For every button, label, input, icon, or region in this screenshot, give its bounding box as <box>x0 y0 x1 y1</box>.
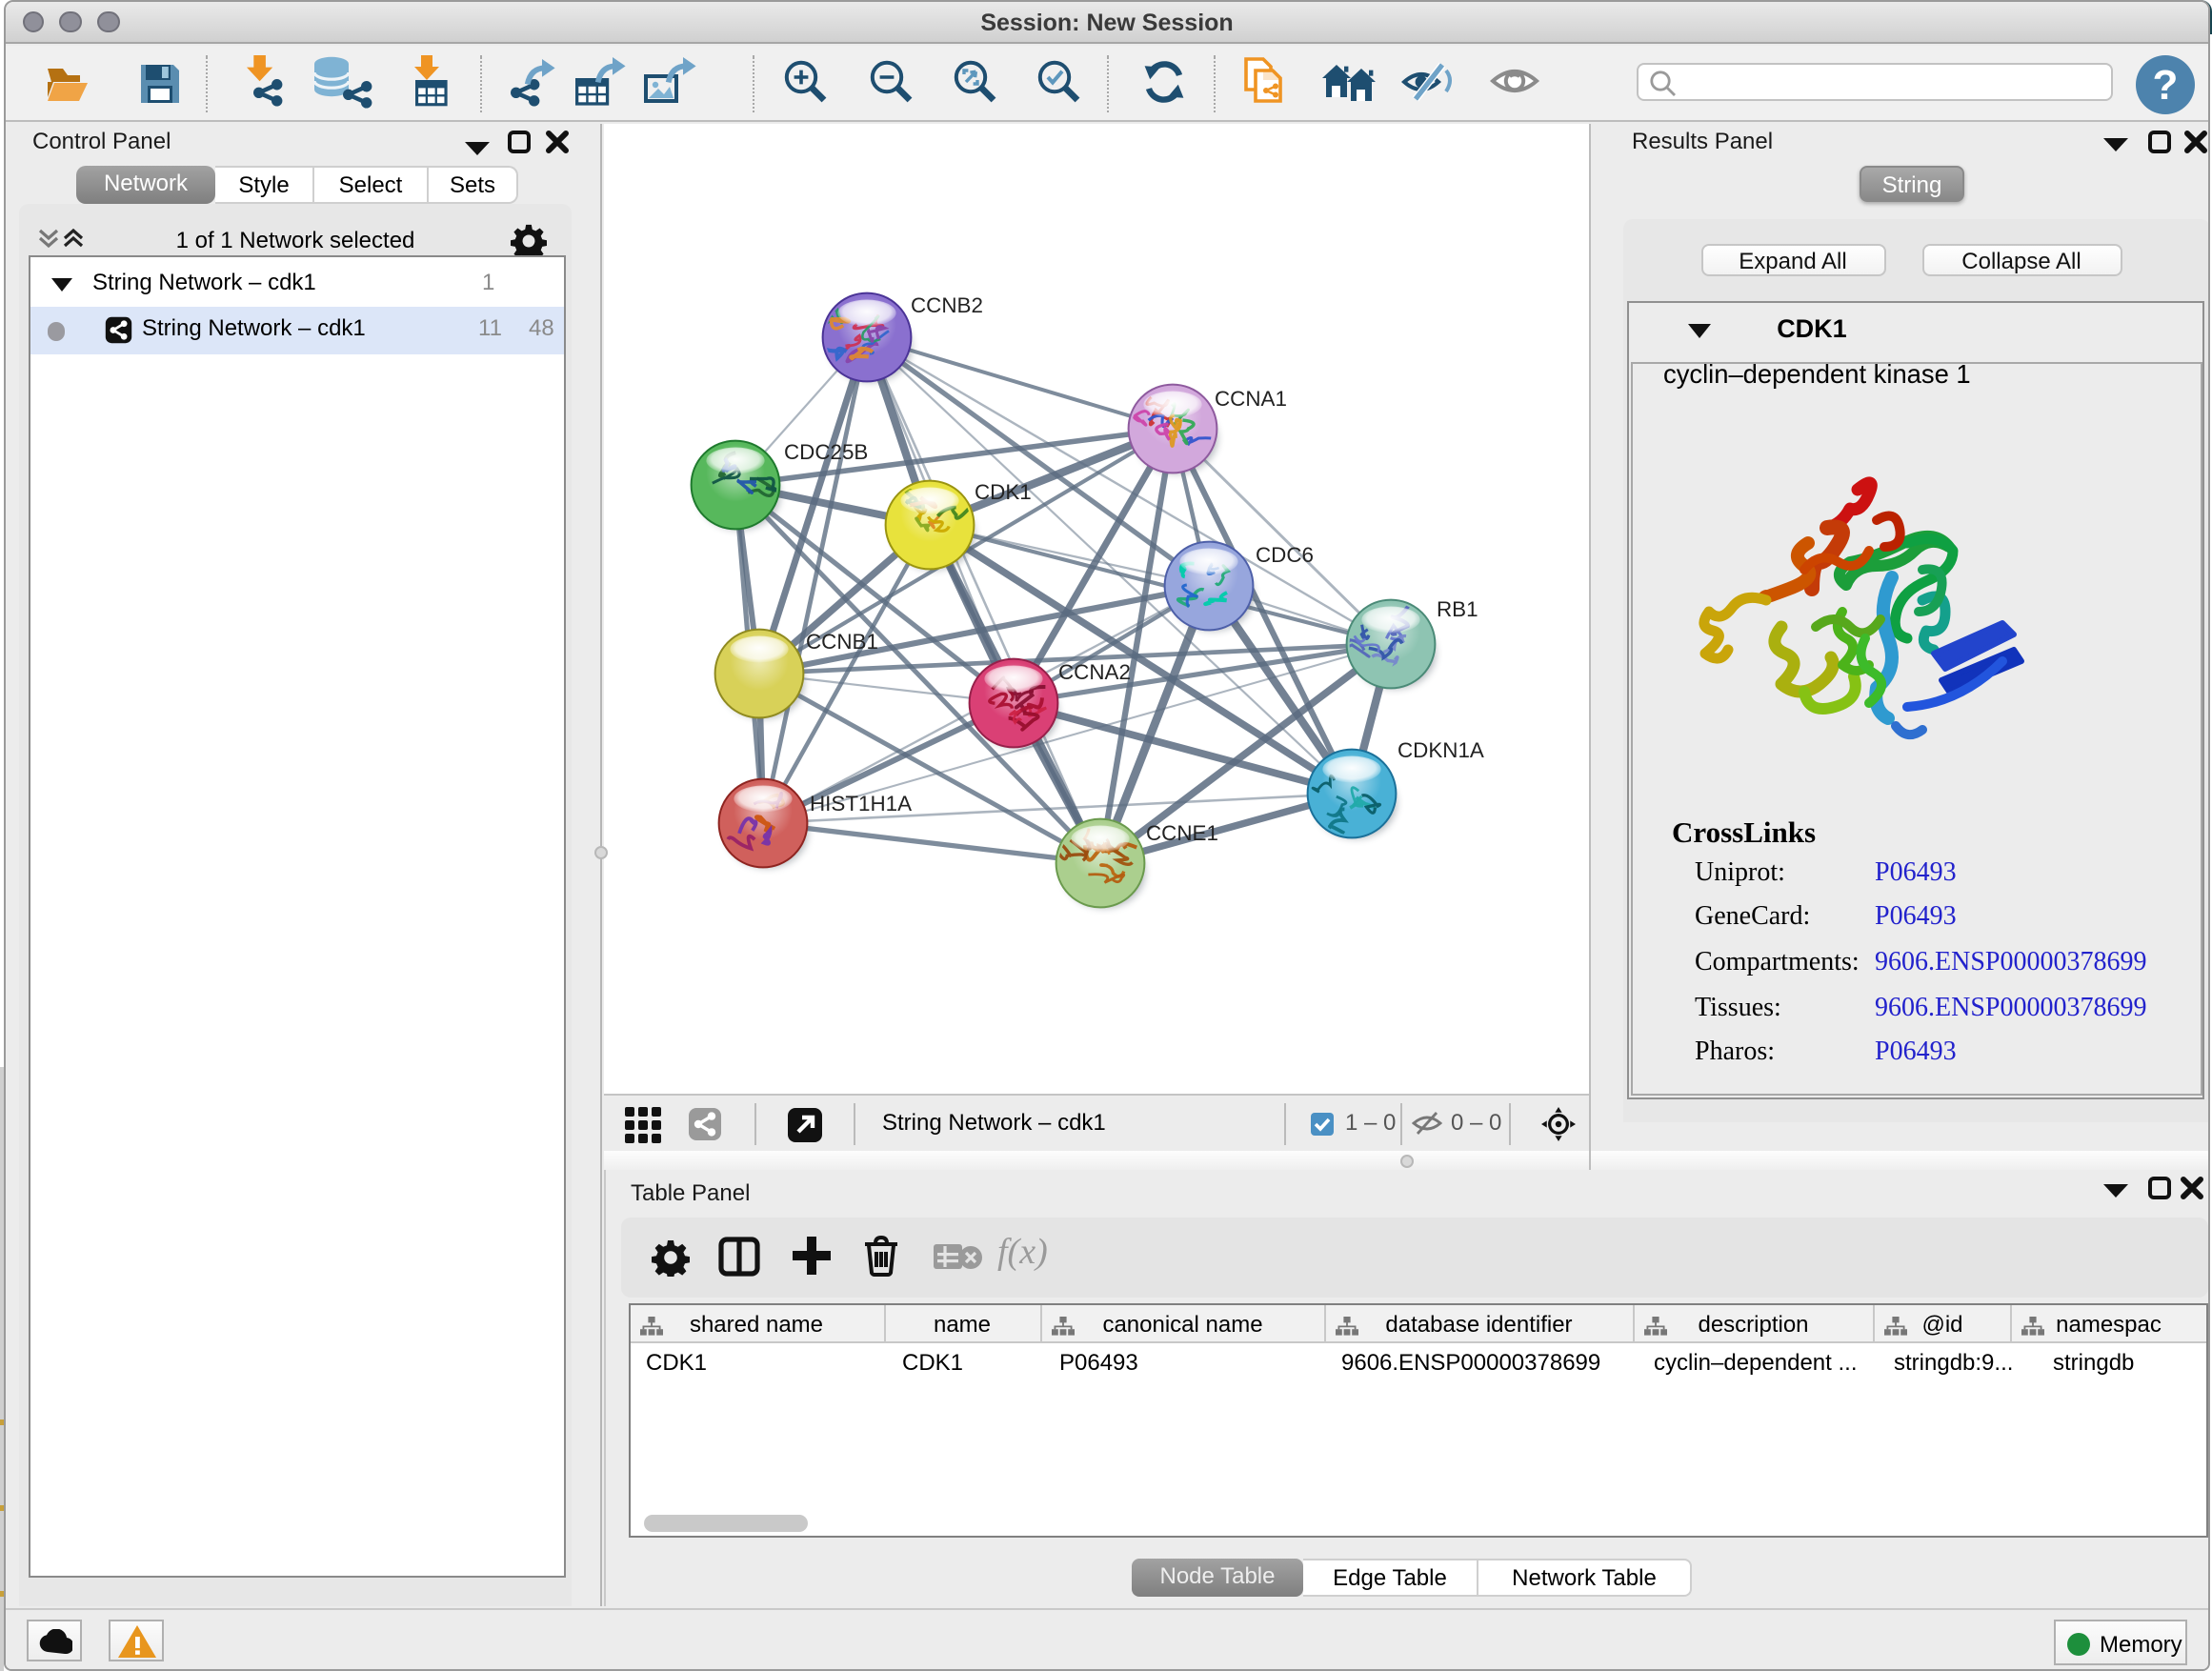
svg-text:CCNA1: CCNA1 <box>1215 387 1287 411</box>
svg-text:CCNB1: CCNB1 <box>806 630 878 654</box>
svg-text:RB1: RB1 <box>1437 597 1478 621</box>
svg-text:CCNB2: CCNB2 <box>911 293 983 317</box>
svg-text:?: ? <box>2153 62 2179 109</box>
svg-text:CCNA2: CCNA2 <box>1058 660 1131 684</box>
svg-text:CCNE1: CCNE1 <box>1146 821 1218 845</box>
svg-text:CDC25B: CDC25B <box>784 440 868 464</box>
svg-text:CDKN1A: CDKN1A <box>1398 738 1484 762</box>
svg-text:CDK1: CDK1 <box>975 480 1032 504</box>
svg-text:HIST1H1A: HIST1H1A <box>810 792 912 815</box>
svg-text:CDC6: CDC6 <box>1256 543 1314 567</box>
